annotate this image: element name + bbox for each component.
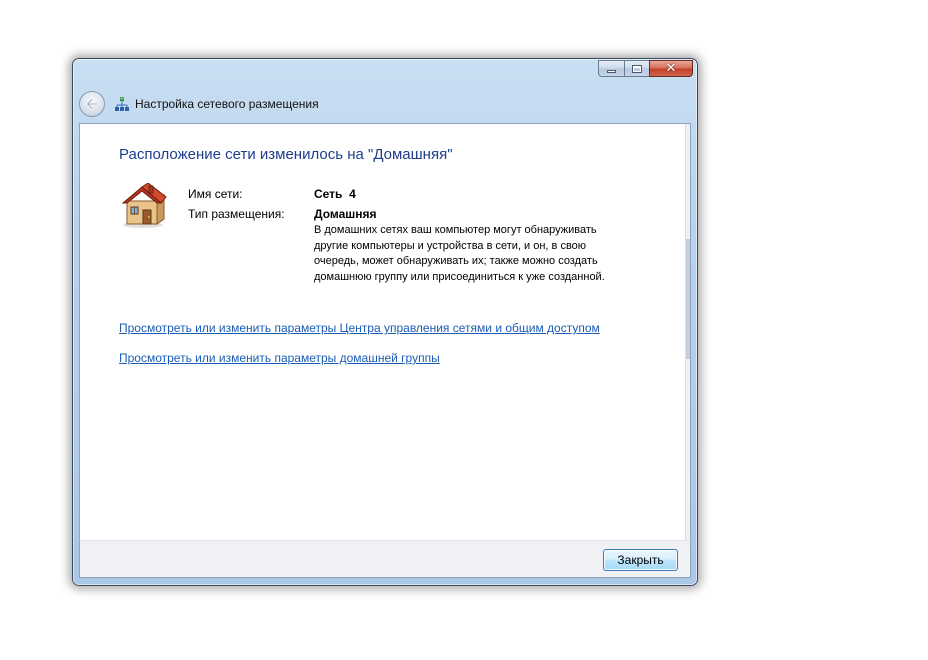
close-button[interactable]: Закрыть [603, 549, 678, 571]
titlebar: Настройка сетевого размещения [79, 89, 319, 119]
network-name-row: Имя сети: Сеть 4 [188, 184, 377, 204]
network-center-link[interactable]: Просмотреть или изменить параметры Центр… [119, 321, 600, 335]
page-heading: Расположение сети изменилось на "Домашня… [119, 146, 453, 163]
scroll-thumb[interactable] [686, 239, 690, 359]
maximize-icon [632, 64, 642, 73]
network-icon [115, 97, 129, 111]
network-location-window: ✕ Настройка сетевого размещения Располож… [72, 58, 698, 586]
minimize-button[interactable] [598, 60, 624, 77]
location-type-row: Тип размещения: Домашняя [188, 204, 377, 224]
back-button[interactable] [79, 91, 105, 117]
location-description: В домашних сетях ваш компьютер могут обн… [314, 224, 605, 283]
close-icon: ✕ [665, 61, 677, 76]
network-info: Имя сети: Сеть 4 Тип размещения: Домашня… [188, 184, 377, 224]
home-network-icon [121, 183, 167, 228]
content-area: Расположение сети изменилось на "Домашня… [79, 123, 691, 541]
homegroup-link[interactable]: Просмотреть или изменить параметры домаш… [119, 351, 440, 365]
network-name-value: Сеть 4 [314, 187, 356, 201]
back-arrow-icon [86, 98, 99, 110]
location-type-label: Тип размещения: [188, 207, 285, 221]
close-window-button[interactable]: ✕ [649, 60, 693, 77]
minimize-icon [607, 70, 616, 73]
network-name-label: Имя сети: [188, 187, 243, 201]
window-title: Настройка сетевого размещения [135, 97, 319, 111]
scrollbar[interactable] [685, 124, 690, 540]
footer-bar: Закрыть [79, 540, 691, 578]
caption-buttons: ✕ [598, 60, 693, 78]
location-type-value: Домашняя [314, 207, 377, 221]
maximize-button[interactable] [624, 60, 649, 77]
